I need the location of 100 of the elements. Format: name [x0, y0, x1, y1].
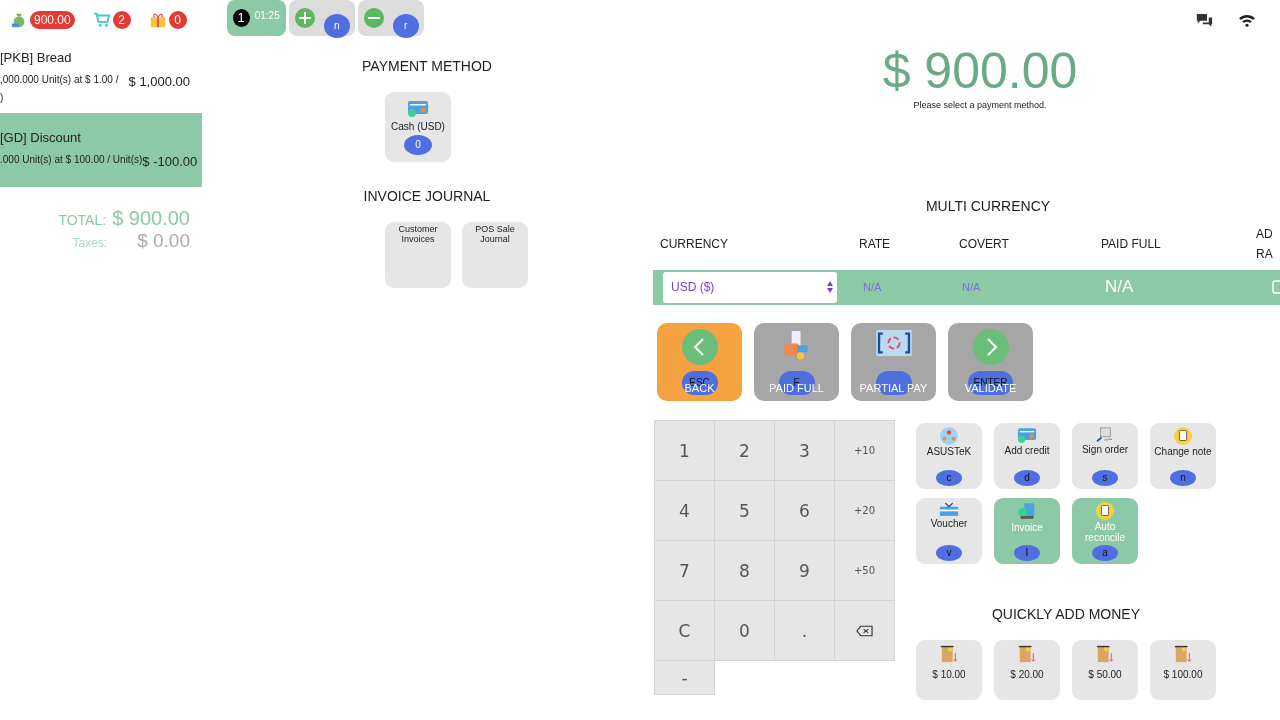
scan-icon [874, 329, 913, 357]
currency-select[interactable]: USD ($) [663, 271, 837, 303]
edit-icon[interactable] [1272, 280, 1280, 295]
plus-icon [294, 8, 315, 28]
journal-button[interactable]: Customer Invoices [385, 222, 451, 288]
column-header: RATE [859, 237, 891, 252]
action-label: BACK [683, 383, 716, 394]
keypad-key[interactable]: 8 [714, 540, 775, 601]
line-price: $ -100.00 [142, 154, 199, 169]
add-money-button[interactable]: $ 50.00 [1072, 640, 1138, 700]
taxes-value: $ 0.00 [137, 230, 190, 252]
wifi-icon [1238, 13, 1256, 27]
remove-order-button[interactable]: r [357, 0, 424, 36]
column-header: PAID FULL [1101, 237, 1161, 252]
add-money-button[interactable]: $ 20.00 [994, 640, 1060, 700]
section-title: QUICKLY ADD MONEY [991, 606, 1141, 622]
cash-register-icon [939, 645, 959, 663]
add-money-button[interactable]: $ 100.00 [1150, 640, 1216, 700]
keypad-key[interactable]: C [654, 600, 715, 661]
order-tab[interactable]: 1 01:25 [226, 0, 286, 36]
line-price: $ 1,000.00 [128, 74, 191, 89]
extra-button[interactable]: Add credit d [994, 423, 1060, 489]
keypad-key[interactable]: 4 [654, 480, 715, 541]
keypad-key[interactable]: . [774, 600, 835, 661]
keypad-key[interactable]: 9 [774, 540, 835, 601]
clipboard-icon [1096, 502, 1114, 520]
people-icon [940, 427, 958, 445]
extra-label: Sign order [1080, 444, 1130, 455]
card-icon [407, 100, 429, 118]
keypad-key[interactable]: +10 [834, 420, 895, 481]
keypad-key[interactable]: 7 [654, 540, 715, 601]
keypad-key[interactable]: 5 [714, 480, 775, 541]
line-detail: ) [0, 92, 5, 103]
shortcut-badge: v [936, 545, 962, 561]
extra-button[interactable]: Sign order s [1072, 423, 1138, 489]
balance-badge: 900.00 [30, 11, 75, 29]
chat-icon[interactable] [1196, 13, 1213, 27]
order-line[interactable]: [PKB] Bread ,000.000 Unit(s) at $ 1.00 / ) $ 1,000.00 [0, 40, 202, 111]
backspace-icon [856, 624, 873, 637]
line-detail: ,000.000 Unit(s) at $ 1.00 / [0, 74, 119, 85]
cart-icon [92, 11, 111, 29]
add-money-button[interactable]: $ 10.00 [916, 640, 982, 700]
keypad-key[interactable]: 6 [774, 480, 835, 541]
extra-button[interactable]: Change note n [1150, 423, 1216, 489]
shortcut-badge: a [1092, 545, 1118, 561]
shortcut-badge: r [392, 14, 419, 38]
keypad-key[interactable] [834, 600, 895, 661]
action-label: VALIDATE [963, 383, 1018, 394]
journal-button[interactable]: POS Sale Journal [462, 222, 528, 288]
payment-message: Please select a payment method. [913, 100, 1047, 110]
shortcut-badge: c [936, 470, 962, 486]
covert-value: N/A [962, 281, 981, 294]
keypad-key[interactable]: 3 [774, 420, 835, 481]
column-header: COVERT [959, 237, 1009, 252]
extra-label: Auto reconcile [1084, 521, 1126, 543]
total-value: $ 900.00 [112, 207, 190, 230]
extra-button[interactable]: Invoice I [994, 498, 1060, 564]
section-title: INVOICE JOURNAL [363, 188, 491, 204]
ticket-icon [939, 502, 959, 517]
extra-button[interactable]: Voucher v [916, 498, 982, 564]
column-header: AD RA [1256, 226, 1274, 264]
extra-label: Invoice [1010, 522, 1044, 533]
card-icon [1017, 427, 1037, 444]
section-title: PAYMENT METHOD [362, 58, 492, 74]
line-detail: .000 Unit(s) at $ 100.00 / Unit(s) [0, 154, 143, 165]
shortcut-badge: I [1014, 545, 1040, 561]
keypad-key[interactable]: 2 [714, 420, 775, 481]
clipboard-icon [1174, 427, 1192, 445]
keypad-key[interactable]: +50 [834, 540, 895, 601]
minus-icon [363, 8, 384, 28]
amount-due: $ 900.00 [882, 42, 1078, 100]
cash-register-icon [1173, 645, 1193, 663]
product-name: [GD] Discount [0, 130, 82, 145]
keypad-key[interactable]: 1 [654, 420, 715, 481]
extra-button[interactable]: ASUSTeK c [916, 423, 982, 489]
keypad-key[interactable]: - [654, 660, 715, 695]
shortcut-badge: n [1170, 470, 1196, 486]
shortcut-badge: d [1014, 470, 1040, 486]
shortcut-badge: n [323, 14, 350, 38]
cash-register-icon [1095, 645, 1115, 663]
product-name: [PKB] Bread [0, 50, 73, 65]
payment-method-button[interactable]: Cash (USD) 0 [385, 92, 451, 162]
column-header: CURRENCY [660, 237, 728, 252]
cart-count-badge: 2 [112, 11, 131, 29]
cash-register-icon [1017, 645, 1037, 663]
keypad-key[interactable]: 0 [714, 600, 775, 661]
extra-label: Change note [1153, 446, 1213, 457]
chevron-left-icon [681, 329, 718, 365]
paid-full-value: N/A [1105, 277, 1134, 298]
order-time: 01:25 [254, 9, 280, 21]
gift-count-badge: 0 [168, 11, 187, 29]
shortcut-badge: s [1092, 470, 1118, 486]
rate-value: N/A [863, 281, 882, 294]
add-order-button[interactable]: n [288, 0, 355, 36]
keypad-key[interactable]: +20 [834, 480, 895, 541]
extra-label: Add credit [1003, 445, 1051, 456]
chevron-right-icon [972, 329, 1009, 365]
extra-label: Voucher [929, 518, 969, 529]
taxes-label: Taxes: [72, 236, 108, 250]
extra-button[interactable]: Auto reconcile a [1072, 498, 1138, 564]
